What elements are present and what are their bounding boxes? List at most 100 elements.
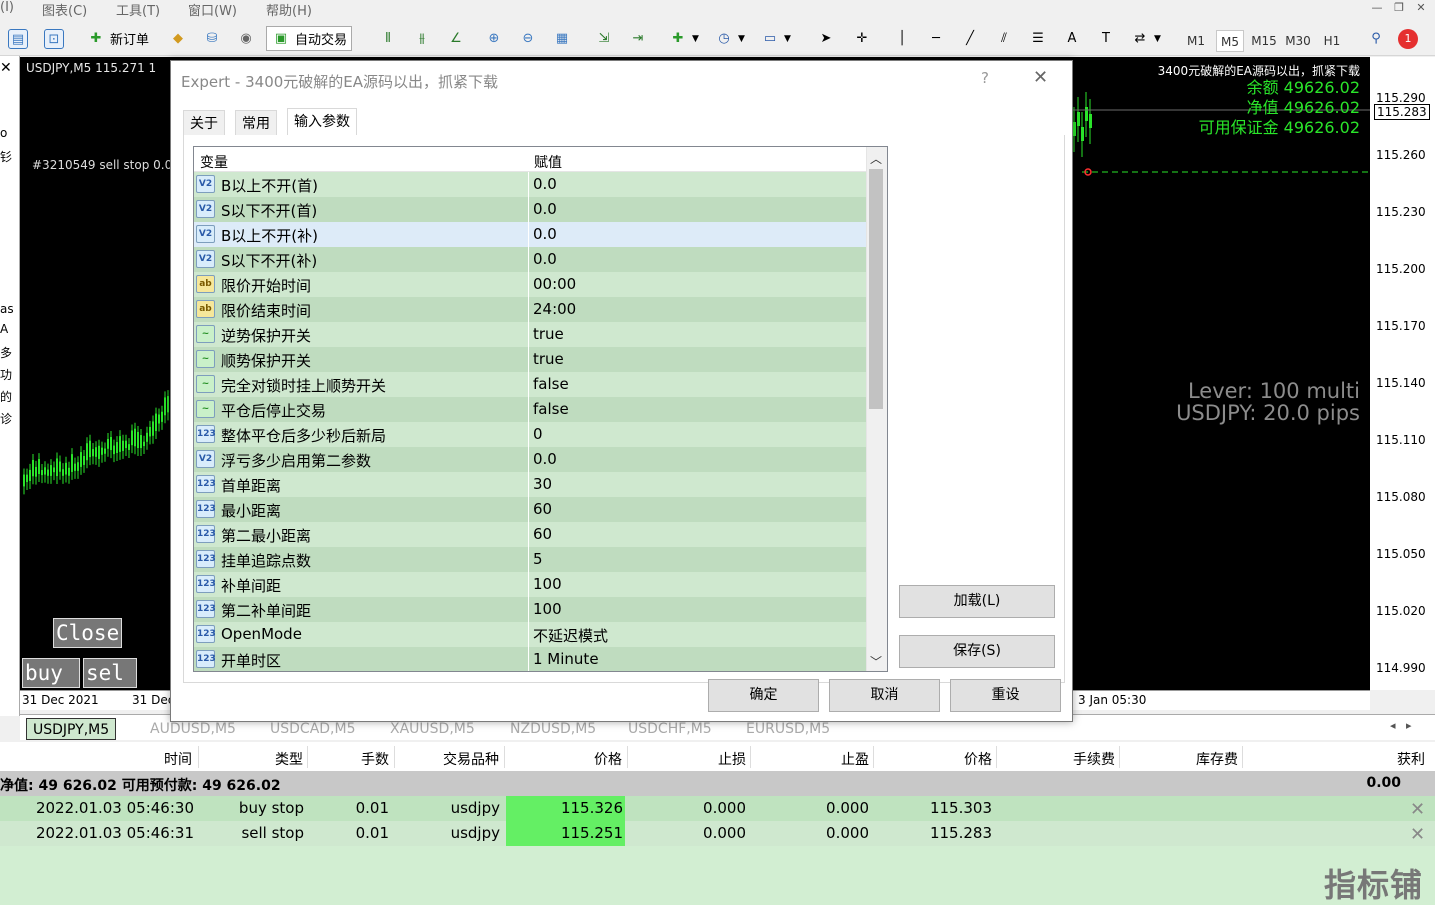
param-value[interactable]: 100: [533, 600, 562, 618]
param-row[interactable]: 123 OpenMode 不延迟模式: [194, 622, 866, 647]
menu-item-tools[interactable]: 工具(T): [116, 0, 160, 19]
market-watch-icon[interactable]: ◆: [168, 26, 188, 51]
order-row[interactable]: 2022.01.03 05:46:30 buy stop 0.01 usdjpy…: [0, 796, 1435, 821]
col-value[interactable]: 赋值: [534, 152, 562, 172]
param-value[interactable]: 0.0: [533, 200, 557, 218]
help-button[interactable]: ?: [981, 69, 989, 87]
param-value[interactable]: 00:00: [533, 275, 576, 293]
templates-icon[interactable]: ▭ ▼: [760, 26, 791, 51]
col-tp[interactable]: 止盈: [841, 749, 869, 769]
pane-close-icon[interactable]: ✕: [0, 60, 12, 76]
autoscroll-icon[interactable]: ⇥: [628, 26, 648, 51]
col-type[interactable]: 类型: [275, 749, 303, 769]
text-icon[interactable]: A: [1062, 26, 1082, 51]
param-value[interactable]: 1 Minute: [533, 650, 599, 668]
timeframe-h1[interactable]: H1: [1318, 30, 1346, 52]
col-price[interactable]: 价格: [594, 749, 622, 769]
col-lots[interactable]: 手数: [361, 749, 389, 769]
fibonacci-icon[interactable]: ☰: [1028, 26, 1048, 51]
tile-windows-icon[interactable]: ▦: [552, 26, 572, 51]
col-symbol[interactable]: 交易品种: [443, 749, 499, 769]
param-row[interactable]: ab 限价开始时间 00:00: [194, 272, 866, 297]
signals-icon[interactable]: ◉: [236, 26, 256, 51]
delete-order-icon[interactable]: ✕: [1410, 824, 1425, 845]
tab-common[interactable]: 常用: [235, 110, 277, 136]
param-value[interactable]: 5: [533, 550, 543, 568]
param-row[interactable]: V2 S以下不开(首) 0.0: [194, 197, 866, 222]
arrows-icon[interactable]: ⇄ ▼: [1130, 26, 1161, 51]
col-sl[interactable]: 止损: [718, 749, 746, 769]
param-value[interactable]: true: [533, 350, 564, 368]
chart-tab-usdjpy[interactable]: USDJPY,M5: [26, 718, 117, 740]
cancel-button[interactable]: 取消: [829, 679, 940, 712]
param-value[interactable]: 60: [533, 500, 552, 518]
periods-icon[interactable]: ◷ ▼: [714, 26, 745, 51]
param-row[interactable]: 123 补单间距 100: [194, 572, 866, 597]
param-value[interactable]: false: [533, 375, 569, 393]
scroll-down-icon[interactable]: ﹀: [870, 653, 882, 670]
param-row[interactable]: ~ 顺势保护开关 true: [194, 347, 866, 372]
zoom-out-icon[interactable]: ⊖: [518, 26, 538, 51]
load-button[interactable]: 加载(L): [899, 585, 1055, 618]
indicators-icon[interactable]: ✚ ▼: [668, 26, 699, 51]
timeframe-m5[interactable]: M5: [1216, 30, 1244, 52]
text-label-icon[interactable]: T: [1096, 26, 1116, 51]
sell-button[interactable]: sel: [83, 658, 137, 688]
search-icon[interactable]: ⚲: [1366, 26, 1386, 51]
timeframe-m1[interactable]: M1: [1182, 30, 1210, 52]
crosshair-icon[interactable]: ✛: [852, 26, 872, 51]
param-value[interactable]: 60: [533, 525, 552, 543]
param-row[interactable]: ~ 平仓后停止交易 false: [194, 397, 866, 422]
param-row[interactable]: 123 首单距离 30: [194, 472, 866, 497]
param-row[interactable]: V2 浮亏多少启用第二参数 0.0: [194, 447, 866, 472]
param-row[interactable]: V2 B以上不开(补) 0.0: [194, 222, 866, 247]
param-row[interactable]: ab 限价结束时间 24:00: [194, 297, 866, 322]
param-value[interactable]: false: [533, 400, 569, 418]
param-row[interactable]: 123 第二补单间距 100: [194, 597, 866, 622]
param-row[interactable]: ~ 逆势保护开关 true: [194, 322, 866, 347]
param-value[interactable]: 0.0: [533, 450, 557, 468]
notification-icon[interactable]: 1: [1398, 26, 1418, 51]
param-row[interactable]: V2 B以上不开(首) 0.0: [194, 172, 866, 197]
new-order-button[interactable]: ✚ 新订单: [86, 26, 149, 51]
delete-order-icon[interactable]: ✕: [1410, 799, 1425, 820]
param-value[interactable]: true: [533, 325, 564, 343]
candle-chart-icon[interactable]: ⫵: [412, 26, 432, 51]
col-profit[interactable]: 获利: [1397, 749, 1425, 769]
col-variable[interactable]: 变量: [200, 152, 228, 172]
scrollbar-thumb[interactable]: [869, 169, 883, 409]
close-button[interactable]: Close: [53, 618, 123, 648]
col-current-price[interactable]: 价格: [964, 749, 992, 769]
cursor-icon[interactable]: ➤: [816, 26, 836, 51]
ok-button[interactable]: 确定: [708, 679, 819, 712]
param-value[interactable]: 不延迟模式: [533, 625, 608, 646]
col-commission[interactable]: 手续费: [1073, 749, 1115, 769]
chart-shift-icon[interactable]: ⇲: [594, 26, 614, 51]
restore-icon[interactable]: ❐: [1389, 1, 1409, 14]
save-button[interactable]: 保存(S): [899, 635, 1055, 668]
param-row[interactable]: ~ 完全对锁时挂上顺势开关 false: [194, 372, 866, 397]
param-row[interactable]: V2 S以下不开(补) 0.0: [194, 247, 866, 272]
param-value[interactable]: 100: [533, 575, 562, 593]
param-value[interactable]: 0.0: [533, 250, 557, 268]
zoom-in-icon[interactable]: ⊕: [484, 26, 504, 51]
horizontal-line-icon[interactable]: ─: [926, 26, 946, 51]
col-time[interactable]: 时间: [164, 749, 192, 769]
param-row[interactable]: 123 挂单追踪点数 5: [194, 547, 866, 572]
channel-icon[interactable]: ⫽: [994, 26, 1014, 51]
order-row[interactable]: 2022.01.03 05:46:31 sell stop 0.01 usdjp…: [0, 821, 1435, 846]
profiles-icon[interactable]: ▤: [8, 26, 28, 51]
tab-about[interactable]: 关于: [183, 110, 225, 136]
param-value[interactable]: 30: [533, 475, 552, 493]
buy-button[interactable]: buy: [22, 658, 80, 688]
menu-item-partial[interactable]: (I): [0, 0, 14, 15]
timeframe-m15[interactable]: M15: [1250, 30, 1278, 52]
bar-chart-icon[interactable]: ⫴: [378, 26, 398, 51]
menu-item-chart[interactable]: 图表(C): [42, 0, 87, 19]
zoom-chart-icon[interactable]: ⊡: [44, 26, 64, 51]
menu-item-help[interactable]: 帮助(H): [266, 0, 312, 19]
param-row[interactable]: 123 整体平仓后多少秒后新局 0: [194, 422, 866, 447]
tab-scroll-icon[interactable]: ◂ ▸: [1390, 719, 1412, 732]
vertical-line-icon[interactable]: │: [892, 26, 912, 51]
trendline-icon[interactable]: ╱: [960, 26, 980, 51]
